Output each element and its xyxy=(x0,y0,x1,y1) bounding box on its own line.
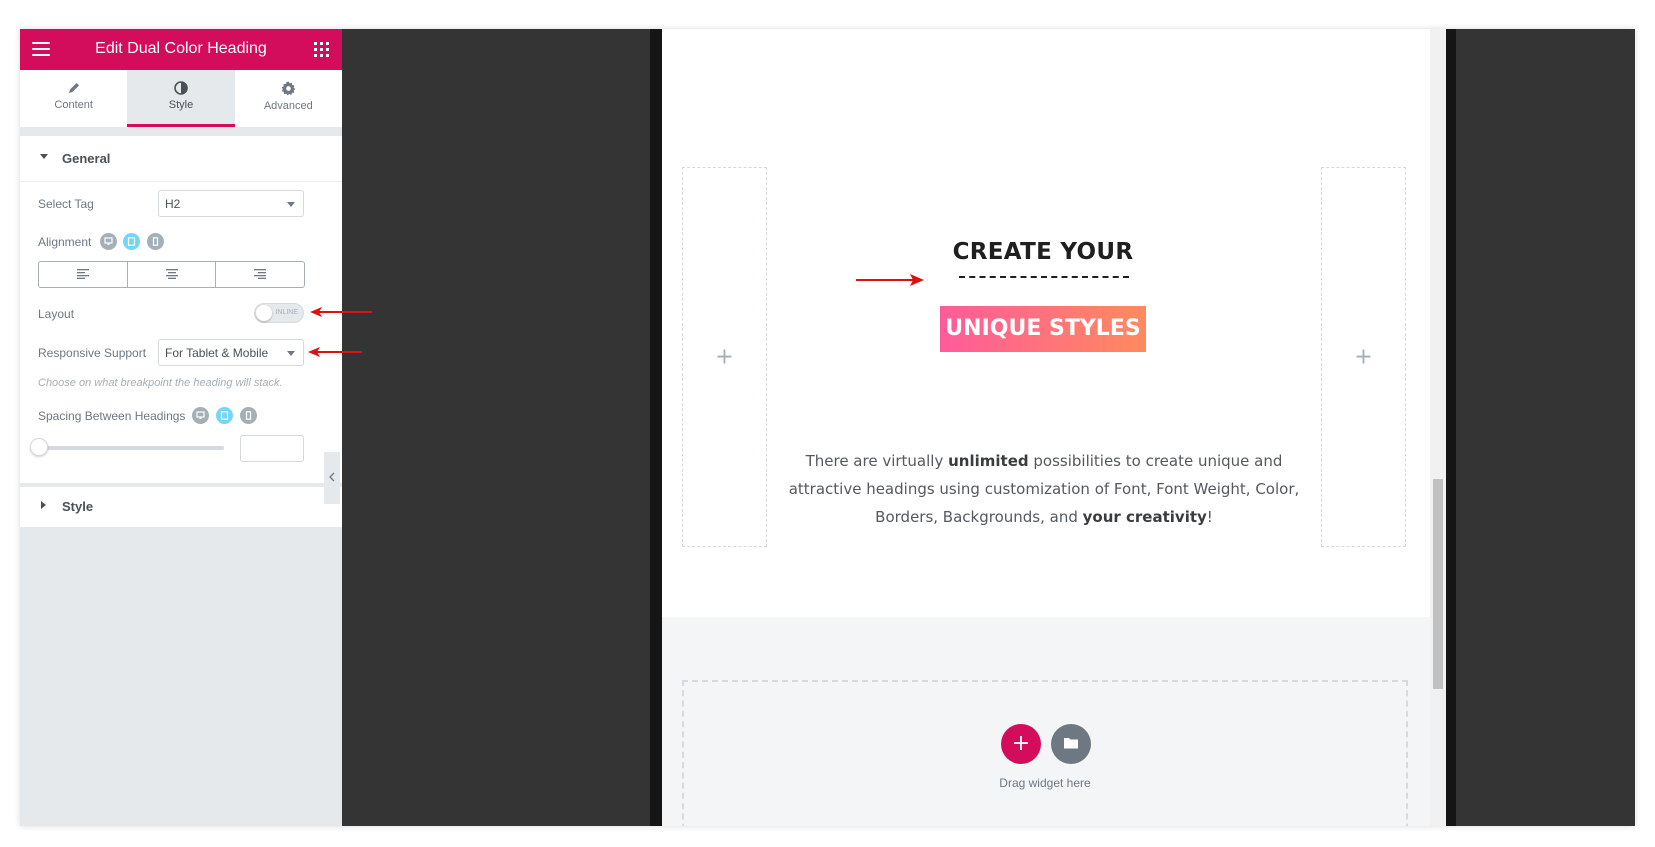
desktop-device-icon[interactable] xyxy=(100,233,117,250)
scrollbar-thumb[interactable] xyxy=(1433,479,1443,689)
preview-add-section: + Drag widget here xyxy=(662,617,1430,826)
add-element-icon: + xyxy=(1354,344,1373,370)
dual-heading-first[interactable]: CREATE YOUR xyxy=(938,239,1148,265)
annotation-arrow-icon xyxy=(310,307,372,317)
panel-tabs: Content Style Advanced xyxy=(20,70,342,127)
alignment-label: Alignment xyxy=(38,235,92,249)
align-center-button[interactable] xyxy=(128,262,217,287)
spacing-slider-track[interactable] xyxy=(38,446,224,450)
annotation-arrow-icon xyxy=(308,347,362,357)
tablet-device-icon[interactable] xyxy=(216,407,233,424)
desktop-device-icon[interactable] xyxy=(192,407,209,424)
editor-window: Edit Dual Color Heading Content Style Ad… xyxy=(20,29,1635,826)
plus-icon: + xyxy=(1011,731,1031,756)
folder-icon xyxy=(1064,738,1078,749)
responsive-support-hint: Choose on what breakpoint the heading wi… xyxy=(38,377,283,389)
layout-toggle-text: INLINE xyxy=(275,309,298,316)
tab-style-label: Style xyxy=(168,99,194,111)
align-left-button[interactable] xyxy=(39,262,128,287)
template-library-button[interactable] xyxy=(1051,724,1091,764)
tab-style[interactable]: Style xyxy=(127,70,235,127)
description-paragraph[interactable]: There are virtually unlimited possibilit… xyxy=(784,447,1304,531)
contrast-icon xyxy=(174,81,188,95)
tab-content[interactable]: Content xyxy=(20,70,127,127)
select-tag-label: Select Tag xyxy=(38,197,94,211)
chevron-left-icon xyxy=(329,472,335,482)
gear-icon xyxy=(281,81,296,96)
para-bold-2: your creativity xyxy=(1082,508,1207,526)
spacing-value-input[interactable] xyxy=(240,435,304,462)
panel-title: Edit Dual Color Heading xyxy=(95,40,267,57)
pencil-icon xyxy=(68,83,79,93)
align-center-icon xyxy=(165,269,178,279)
mobile-device-icon[interactable] xyxy=(147,233,164,250)
spacing-label: Spacing Between Headings xyxy=(38,409,186,423)
responsive-support-value: For Tablet & Mobile xyxy=(165,346,269,360)
widgets-grid-icon[interactable] xyxy=(314,42,329,57)
empty-column-right[interactable]: + xyxy=(1321,167,1406,547)
dropdown-arrow-icon xyxy=(287,351,295,356)
general-section-header[interactable]: General xyxy=(20,136,342,182)
para-text-3: ! xyxy=(1206,508,1213,526)
tablet-device-icon[interactable] xyxy=(123,233,140,250)
mobile-device-icon[interactable] xyxy=(240,407,257,424)
responsive-support-dropdown[interactable]: For Tablet & Mobile xyxy=(158,339,304,366)
panel-collapse-handle[interactable] xyxy=(324,452,340,504)
para-bold-1: unlimited xyxy=(948,452,1029,470)
preview-canvas: + + CREATE YOUR UNIQUE STYLES There are … xyxy=(662,29,1430,826)
alignment-button-group xyxy=(38,261,305,288)
layout-toggle[interactable]: INLINE xyxy=(254,303,304,323)
style-section-header[interactable]: Style xyxy=(20,487,342,527)
annotation-arrow-icon xyxy=(856,274,924,286)
para-text-1: There are virtually xyxy=(805,452,949,470)
panel-header: Edit Dual Color Heading xyxy=(20,29,342,70)
align-right-icon xyxy=(254,269,267,279)
layout-label: Layout xyxy=(38,307,75,321)
toggle-knob xyxy=(256,305,272,321)
heading-dashed-underline xyxy=(959,276,1129,278)
preview-scrollbar[interactable] xyxy=(1430,29,1446,826)
tab-advanced-label: Advanced xyxy=(263,100,313,112)
caret-down-icon xyxy=(40,154,48,159)
responsive-support-label: Responsive Support xyxy=(38,346,147,360)
tab-content-label: Content xyxy=(54,99,93,111)
widget-drop-zone[interactable]: + Drag widget here xyxy=(682,680,1408,826)
drag-widget-text: Drag widget here xyxy=(999,776,1091,790)
align-right-button[interactable] xyxy=(216,262,304,287)
add-element-icon: + xyxy=(715,344,734,370)
style-section-title: Style xyxy=(62,499,94,514)
dropdown-arrow-icon xyxy=(287,202,295,207)
empty-column-left[interactable]: + xyxy=(682,167,767,547)
general-section-title: General xyxy=(62,151,111,166)
select-tag-dropdown[interactable]: H2 xyxy=(158,190,304,217)
caret-right-icon xyxy=(41,501,46,509)
editor-panel: Edit Dual Color Heading Content Style Ad… xyxy=(20,29,342,826)
preview-border-right xyxy=(1446,29,1456,826)
tab-advanced[interactable]: Advanced xyxy=(235,70,342,127)
align-left-icon xyxy=(76,269,89,279)
spacing-slider-handle[interactable] xyxy=(30,438,48,456)
preview-border-left xyxy=(650,29,662,826)
select-tag-value: H2 xyxy=(165,197,181,211)
dual-heading-second[interactable]: UNIQUE STYLES xyxy=(940,306,1146,352)
style-section-head: Style xyxy=(20,487,342,527)
add-section-button[interactable]: + xyxy=(1001,724,1041,764)
